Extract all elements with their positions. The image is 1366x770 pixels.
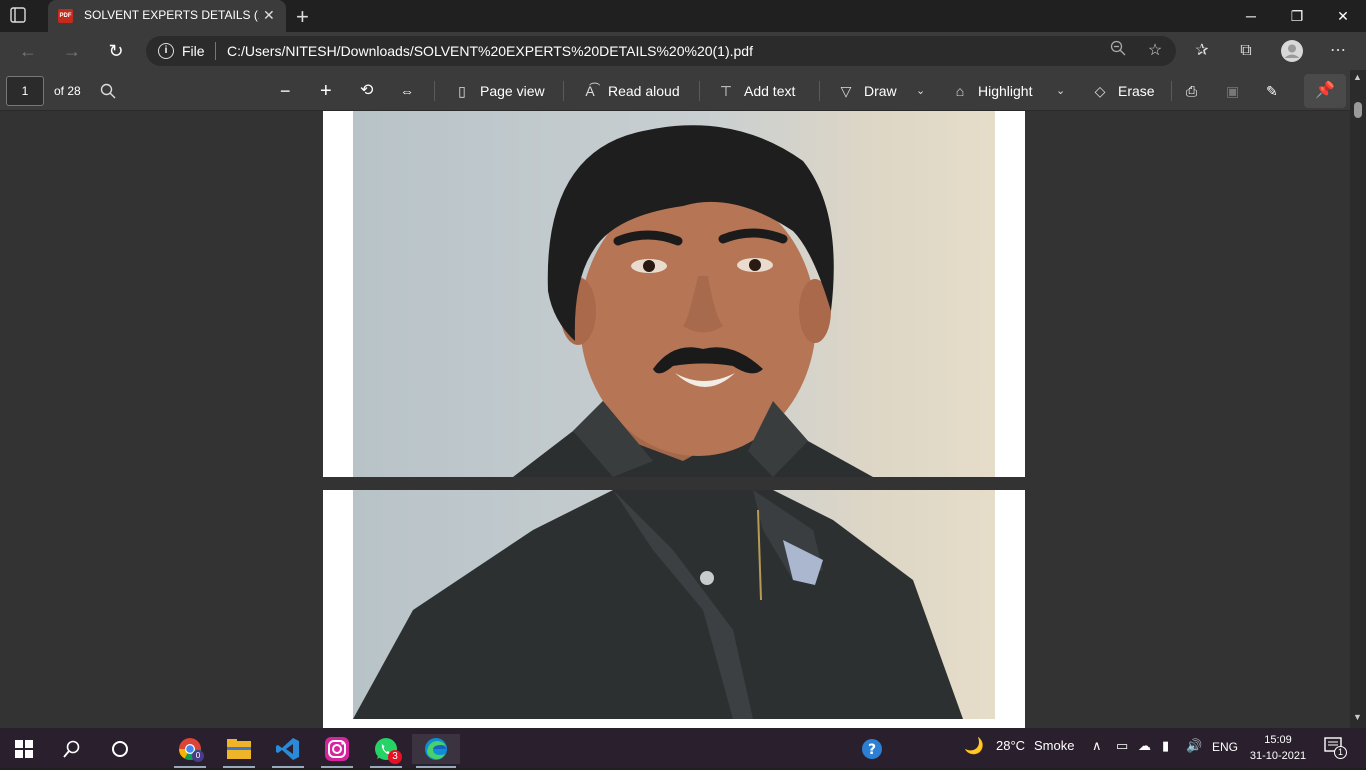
highlight-button[interactable]: ⌂ Highlight xyxy=(950,80,1033,102)
url-field[interactable]: i File C:/Users/NITESH/Downloads/SOLVENT… xyxy=(146,36,1176,66)
save-as-icon[interactable]: ✎ xyxy=(1266,80,1278,102)
scroll-up-icon[interactable]: ▲ xyxy=(1353,72,1362,82)
instagram-icon[interactable] xyxy=(317,734,357,768)
pdf-toolbar: 1 of 28 − + ⟲ ⇔ ▯ Page view A͡ Read aloud … xyxy=(0,70,1350,111)
save-icon[interactable]: ▣ xyxy=(1226,80,1239,102)
tab-actions-icon[interactable] xyxy=(10,7,38,25)
erase-icon: ◇ xyxy=(1094,83,1106,99)
scroll-down-icon[interactable]: ▼ xyxy=(1353,712,1362,722)
divider xyxy=(699,81,700,101)
favorites-icon[interactable]: ✰ xyxy=(1190,40,1214,62)
zoom-out-icon[interactable]: − xyxy=(280,80,291,102)
scroll-thumb[interactable] xyxy=(1354,102,1362,118)
vscode-icon[interactable] xyxy=(268,734,308,768)
print-icon[interactable]: ⎙ xyxy=(1186,80,1197,102)
tab-title: SOLVENT EXPERTS DETAILS (1).pdf xyxy=(84,8,259,22)
pdf-page-2 xyxy=(323,490,1025,728)
weather-temperature[interactable]: 28°C xyxy=(996,738,1025,753)
draw-icon: ▽ xyxy=(840,83,852,99)
chrome-badge: 0 xyxy=(192,750,204,762)
show-hidden-icons-chevron-up-icon[interactable]: ∧ xyxy=(1092,738,1102,754)
zoom-in-icon[interactable]: + xyxy=(320,80,332,102)
zoom-icon[interactable] xyxy=(1106,40,1130,62)
new-tab-button[interactable]: + xyxy=(296,4,309,30)
read-aloud-label: Read aloud xyxy=(608,83,680,99)
divider xyxy=(1171,81,1172,101)
back-icon[interactable]: ← xyxy=(16,40,40,62)
divider xyxy=(215,42,216,60)
cortana-icon[interactable] xyxy=(100,734,140,764)
weather-condition[interactable]: Smoke xyxy=(1034,738,1074,753)
address-bar: ← → ↻ i File C:/Users/NITESH/Downloads/S… xyxy=(0,32,1366,70)
vertical-scrollbar[interactable]: ▲ ▼ xyxy=(1350,70,1366,728)
pdf-icon: PDF xyxy=(58,9,73,23)
volume-icon[interactable]: 🔊 xyxy=(1186,738,1202,754)
start-icon[interactable] xyxy=(4,734,44,764)
page-number-input[interactable]: 1 xyxy=(6,76,44,106)
notification-count: 1 xyxy=(1334,746,1347,759)
portrait-photo-bottom xyxy=(353,490,995,719)
onedrive-icon[interactable]: ☁ xyxy=(1138,738,1151,754)
page-view-button[interactable]: ▯ Page view xyxy=(452,80,545,102)
notifications-icon[interactable]: 1 xyxy=(1324,736,1347,759)
draw-button[interactable]: ▽ Draw xyxy=(836,80,897,102)
portrait-photo-top xyxy=(353,111,995,477)
maximize-button[interactable]: ❐ xyxy=(1274,0,1320,32)
collections-icon[interactable]: ⧉ xyxy=(1234,40,1258,62)
help-icon[interactable]: ? xyxy=(852,734,892,764)
pin-icon[interactable]: 📌 xyxy=(1304,74,1346,108)
chrome-icon[interactable]: 0 xyxy=(170,734,210,768)
whatsapp-badge: 3 xyxy=(388,750,402,764)
divider xyxy=(563,81,564,101)
tab-close-button[interactable]: ✕ xyxy=(263,7,275,24)
clock[interactable]: 15:09 31-10-2021 xyxy=(1248,732,1308,764)
highlight-dropdown-chevron-down-icon[interactable]: ⌄ xyxy=(1056,80,1065,102)
read-aloud-icon: A͡ xyxy=(585,83,595,99)
more-icon[interactable]: ⋯ xyxy=(1326,40,1350,62)
info-icon[interactable]: i xyxy=(158,43,174,59)
time: 15:09 xyxy=(1264,734,1292,746)
taskbar-search-icon[interactable] xyxy=(52,734,92,764)
favorite-add-icon[interactable]: ☆ xyxy=(1143,40,1167,62)
whatsapp-icon[interactable]: 3 xyxy=(366,734,406,768)
battery-icon[interactable]: ▮ xyxy=(1162,738,1169,754)
pdf-viewer[interactable] xyxy=(0,111,1350,728)
divider xyxy=(819,81,820,101)
title-bar: PDF SOLVENT EXPERTS DETAILS (1).pdf ✕ + … xyxy=(0,0,1366,32)
highlight-label: Highlight xyxy=(978,83,1033,99)
page-view-icon: ▯ xyxy=(458,83,466,99)
meet-now-icon[interactable]: ▭ xyxy=(1116,738,1128,754)
forward-icon[interactable]: → xyxy=(60,40,84,62)
explorer-icon[interactable] xyxy=(219,734,259,768)
read-aloud-button[interactable]: A͡ Read aloud xyxy=(580,80,680,102)
fit-icon[interactable]: ⇔ xyxy=(400,80,414,102)
browser-tab[interactable]: PDF SOLVENT EXPERTS DETAILS (1).pdf ✕ xyxy=(48,0,286,32)
highlight-icon: ⌂ xyxy=(955,83,965,99)
profile-icon[interactable] xyxy=(1280,40,1304,62)
weather-icon[interactable]: 🌙 xyxy=(964,736,984,756)
window-close-button[interactable]: ✕ xyxy=(1320,0,1366,32)
edge-icon[interactable] xyxy=(412,734,460,768)
rotate-icon[interactable]: ⟲ xyxy=(360,80,373,102)
page-view-label: Page view xyxy=(480,83,545,99)
draw-dropdown-chevron-down-icon[interactable]: ⌄ xyxy=(916,80,925,102)
add-text-icon: ⊤ xyxy=(719,83,733,99)
date: 31-10-2021 xyxy=(1249,750,1307,762)
draw-label: Draw xyxy=(864,83,897,99)
scheme-label: File xyxy=(182,43,205,59)
add-text-button[interactable]: ⊤ Add text xyxy=(716,80,795,102)
search-icon[interactable] xyxy=(100,80,116,102)
minimize-button[interactable]: ─ xyxy=(1228,0,1274,32)
erase-label: Erase xyxy=(1118,83,1155,99)
url-text[interactable]: C:/Users/NITESH/Downloads/SOLVENT%20EXPE… xyxy=(227,43,753,59)
svg-text:?: ? xyxy=(868,742,876,758)
language-indicator[interactable]: ENG xyxy=(1212,740,1238,754)
erase-button[interactable]: ◇ Erase xyxy=(1090,80,1155,102)
refresh-icon[interactable]: ↻ xyxy=(104,40,128,62)
divider xyxy=(434,81,435,101)
page-count: of 28 xyxy=(54,84,81,98)
taskbar: 0 3 ? 🌙 28°C Smoke ∧ ▭ ☁ ▮ 🔊 ENG 15:09 3… xyxy=(0,728,1366,768)
add-text-label: Add text xyxy=(744,83,796,99)
pdf-page-1 xyxy=(323,111,1025,477)
